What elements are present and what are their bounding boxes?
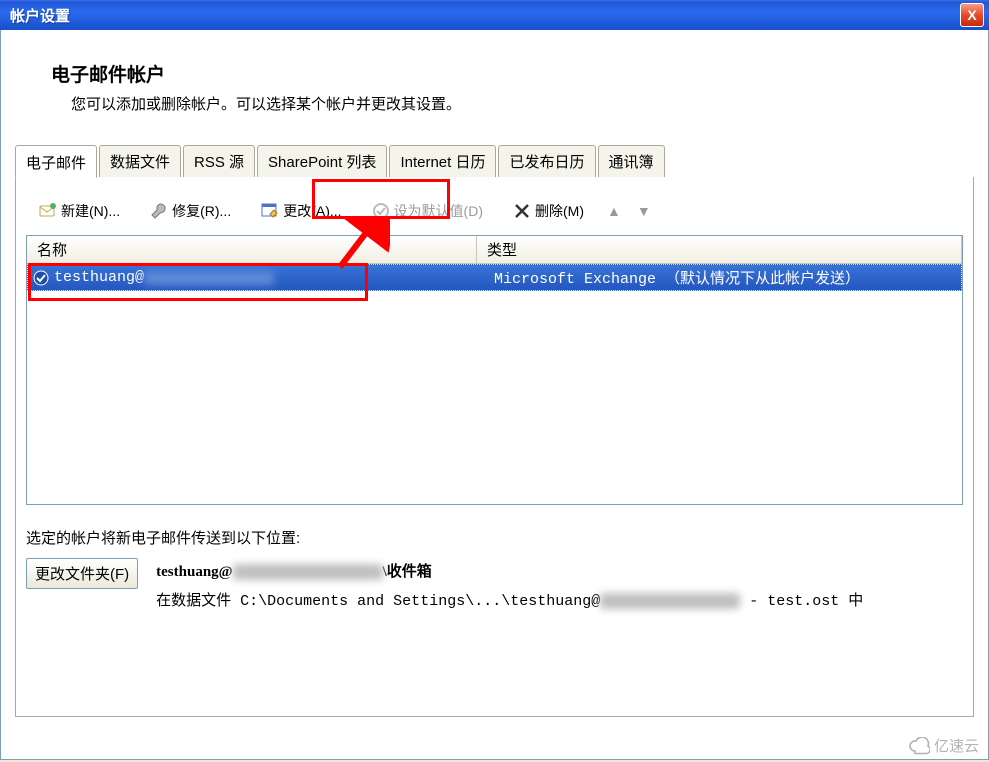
close-button[interactable]: X	[960, 3, 984, 27]
header-section: 电子邮件帐户 您可以添加或删除帐户。可以选择某个帐户并更改其设置。	[1, 30, 988, 144]
redacted-domain	[144, 271, 274, 285]
tab-internetcal[interactable]: Internet 日历	[389, 145, 496, 177]
close-icon: X	[967, 7, 976, 23]
titlebar: 帐户设置 X	[0, 0, 989, 30]
tab-publishedcal[interactable]: 已发布日历	[498, 145, 595, 177]
column-type[interactable]: 类型	[477, 236, 962, 263]
list-rows: testhuang@ Microsoft Exchange （默认情况下从此帐户…	[27, 264, 962, 504]
watermark: 亿速云	[908, 735, 979, 756]
check-circle-icon	[372, 202, 390, 220]
set-default-button: 设为默认值(D)	[365, 197, 490, 225]
account-name: testhuang@	[54, 267, 484, 288]
move-down-icon: ▼	[637, 203, 651, 219]
tab-addressbook[interactable]: 通讯簿	[598, 145, 665, 177]
redacted-datafile	[600, 593, 740, 609]
delete-label: 删除(M)	[535, 201, 584, 221]
dialog-body: 电子邮件帐户 您可以添加或删除帐户。可以选择某个帐户并更改其设置。 电子邮件 数…	[0, 30, 989, 760]
account-list: 名称 类型 testhuang@ Microsoft Exchange （默认情…	[26, 235, 963, 505]
move-up-icon: ▲	[607, 203, 621, 219]
default-indicator-icon	[28, 270, 54, 286]
repair-label: 修复(R)...	[172, 201, 231, 221]
wrench-icon	[150, 202, 168, 220]
tab-email[interactable]: 电子邮件	[15, 145, 97, 178]
mail-new-icon	[39, 202, 57, 220]
delivery-section: 选定的帐户将新电子邮件传送到以下位置: 更改文件夹(F) testhuang@\…	[26, 527, 963, 616]
account-row[interactable]: testhuang@ Microsoft Exchange （默认情况下从此帐户…	[27, 264, 962, 291]
delete-x-icon	[513, 202, 531, 220]
tab-strip: 电子邮件 数据文件 RSS 源 SharePoint 列表 Internet 日…	[15, 145, 974, 178]
change-folder-button[interactable]: 更改文件夹(F)	[26, 558, 138, 589]
redacted-mailbox	[233, 564, 383, 580]
list-header: 名称 类型	[27, 236, 962, 264]
window-title: 帐户设置	[10, 5, 70, 26]
new-button[interactable]: 新建(N)...	[32, 197, 127, 225]
change-label: 更改(A)...	[283, 201, 341, 221]
tab-datafiles[interactable]: 数据文件	[99, 145, 181, 177]
tab-rss[interactable]: RSS 源	[183, 145, 255, 177]
delivery-details: testhuang@\收件箱 在数据文件 C:\Documents and Se…	[156, 558, 963, 616]
delivery-intro: 选定的帐户将新电子邮件传送到以下位置:	[26, 527, 963, 548]
page-subtitle: 您可以添加或删除帐户。可以选择某个帐户并更改其设置。	[51, 93, 968, 114]
new-label: 新建(N)...	[61, 201, 120, 221]
tabs-container: 电子邮件 数据文件 RSS 源 SharePoint 列表 Internet 日…	[1, 144, 988, 717]
delete-button[interactable]: 删除(M)	[506, 197, 591, 225]
repair-button[interactable]: 修复(R)...	[143, 197, 238, 225]
set-default-label: 设为默认值(D)	[394, 201, 483, 221]
window-edit-icon	[261, 202, 279, 220]
tab-sharepoint[interactable]: SharePoint 列表	[257, 145, 387, 177]
column-name[interactable]: 名称	[27, 236, 477, 263]
account-type: Microsoft Exchange （默认情况下从此帐户发送）	[484, 265, 961, 290]
page-title: 电子邮件帐户	[51, 60, 968, 87]
cloud-icon	[908, 737, 930, 755]
toolbar: 新建(N)... 修复(R)... 更改(A)...	[26, 191, 963, 235]
change-button[interactable]: 更改(A)...	[254, 197, 348, 225]
tab-panel: 新建(N)... 修复(R)... 更改(A)...	[15, 177, 974, 717]
